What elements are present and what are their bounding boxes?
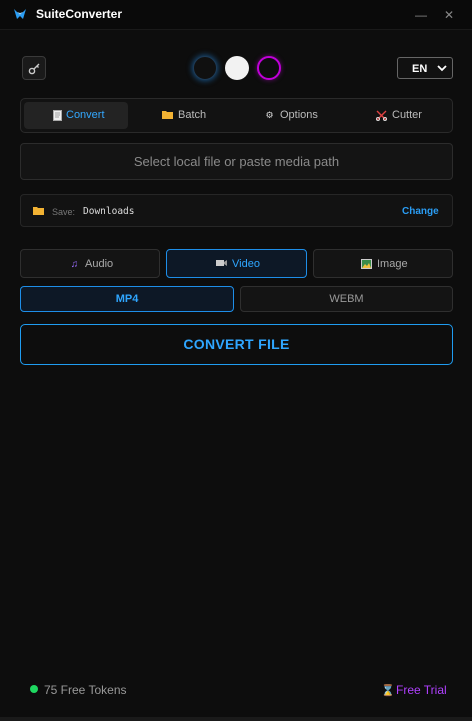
tab-convert-label: Convert (66, 109, 105, 121)
change-save-location-button[interactable]: Change (402, 206, 439, 217)
free-trial-link[interactable]: Free Trial (396, 683, 447, 697)
close-button[interactable]: ✕ (438, 4, 460, 26)
folder-icon (162, 110, 173, 121)
language-value: EN (412, 63, 428, 75)
folder-icon (33, 207, 44, 215)
file-path-input[interactable]: Select local file or paste media path (20, 143, 453, 180)
tab-cutter-label: Cutter (392, 109, 422, 121)
language-select[interactable]: EN (397, 57, 453, 79)
chevron-down-icon (437, 65, 447, 72)
save-path: Downloads (83, 206, 135, 217)
mode-video-button[interactable]: Video (166, 249, 307, 278)
mode-image-button[interactable]: Image (313, 249, 453, 278)
theme-dark-button[interactable] (193, 56, 217, 80)
format-webm-button[interactable]: WEBM (240, 286, 453, 312)
footer: 75 Free Tokens ⌛ Free Trial (0, 675, 472, 705)
tab-convert[interactable]: Convert (24, 102, 128, 129)
license-key-button[interactable] (22, 56, 46, 80)
app-logo-icon (14, 9, 26, 19)
gear-icon: ⚙ (265, 110, 274, 120)
mode-video-label: Video (232, 258, 260, 270)
mode-image-label: Image (377, 258, 408, 270)
token-count: 75 Free Tokens (44, 683, 127, 697)
app-title: SuiteConverter (36, 7, 123, 21)
convert-file-button[interactable]: CONVERT FILE (20, 324, 453, 365)
token-status-dot (30, 685, 38, 693)
scissors-icon (376, 110, 387, 121)
tab-batch-label: Batch (178, 109, 207, 121)
video-camera-icon (216, 259, 227, 270)
bottom-strip (0, 717, 472, 721)
mode-audio-button[interactable]: ♫ Audio (20, 249, 160, 278)
save-location: Save: Downloads Change (20, 194, 453, 227)
key-icon (28, 63, 40, 75)
document-icon (52, 110, 63, 121)
theme-light-button[interactable] (225, 56, 249, 80)
tab-batch[interactable]: Batch (131, 102, 235, 129)
title-bar: SuiteConverter — ✕ (0, 0, 472, 30)
format-mp4-button[interactable]: MP4 (20, 286, 234, 312)
tab-options[interactable]: ⚙ Options (238, 102, 342, 129)
tab-options-label: Options (280, 109, 318, 121)
theme-purple-button[interactable] (257, 56, 281, 80)
hourglass-icon: ⌛ (381, 685, 395, 697)
save-label: Save: (52, 207, 76, 217)
image-icon (361, 259, 372, 270)
main-tabs: Convert Batch ⚙ Options Cutter (20, 98, 453, 133)
tab-cutter[interactable]: Cutter (345, 102, 449, 129)
mode-audio-label: Audio (85, 258, 114, 270)
music-note-icon: ♫ (70, 259, 79, 270)
minimize-button[interactable]: — (410, 4, 432, 26)
